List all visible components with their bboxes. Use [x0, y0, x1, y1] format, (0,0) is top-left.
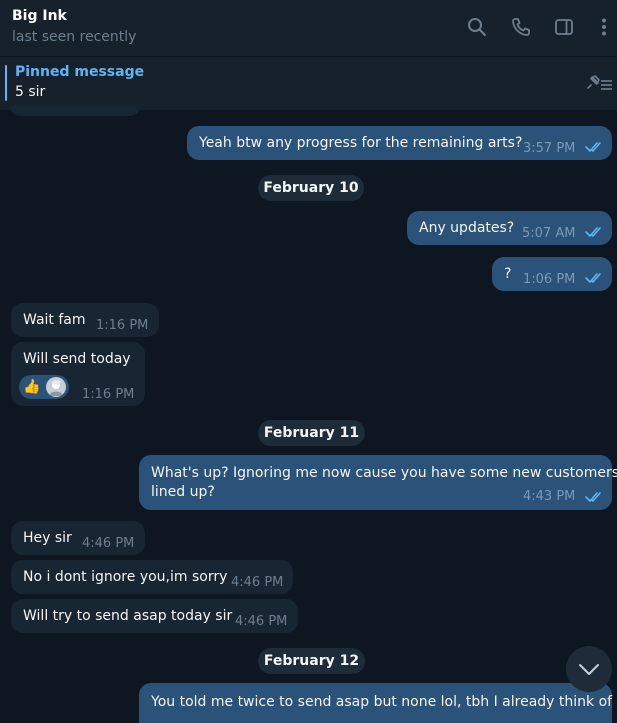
message-text: ?	[504, 266, 512, 282]
chevron-down-icon	[579, 664, 599, 675]
double-check-icon	[585, 492, 601, 502]
date-separator: February 10	[258, 175, 364, 201]
message-time: 1:06 PM	[523, 272, 576, 287]
message-time: 3:57 PM	[523, 141, 576, 156]
unpin-list-icon[interactable]	[585, 73, 613, 95]
message-time: 4:46 PM	[231, 575, 284, 590]
message-text-line: lined up?	[151, 484, 215, 500]
chat-header: Big Ink last seen recently	[0, 0, 617, 56]
message-outgoing[interactable]: ? 1:06 PM	[492, 257, 612, 291]
message-text: Any updates?	[419, 220, 515, 236]
message-text: Will try to send asap today sir	[23, 608, 233, 624]
message-incoming[interactable]: Wait fam 1:16 PM	[11, 303, 159, 337]
pinned-message-text: 5 sir	[15, 84, 46, 100]
double-check-icon	[585, 227, 601, 237]
date-separator: February 12	[258, 648, 365, 674]
message-text: Hey sir	[23, 530, 72, 546]
message-text-line: What's up? Ignoring me now cause you hav…	[151, 465, 617, 481]
message-time: 1:16 PM	[82, 387, 135, 402]
message-text: No i dont ignore you,im sorry	[23, 569, 228, 585]
message-outgoing[interactable]: What's up? Ignoring me now cause you hav…	[139, 455, 617, 510]
double-check-icon	[585, 273, 601, 283]
search-icon[interactable]	[465, 14, 489, 40]
message-outgoing[interactable]: Yeah btw any progress for the remaining …	[187, 126, 612, 160]
message-time: 4:46 PM	[82, 536, 135, 551]
pinned-indicator	[5, 65, 7, 101]
message-time: 4:46 PM	[235, 614, 288, 629]
scroll-down-button[interactable]	[566, 646, 612, 692]
message-reaction[interactable]: 👍	[19, 375, 69, 399]
chat-title[interactable]: Big Ink	[12, 8, 67, 24]
message-text: Wait fam	[23, 312, 86, 328]
reactor-avatar	[46, 377, 66, 397]
message-time: 5:07 AM	[522, 226, 576, 241]
thumbs-up-icon: 👍	[23, 379, 41, 395]
message-incoming[interactable]: No i dont ignore you,im sorry 4:46 PM	[11, 560, 293, 594]
previous-message-edge	[10, 106, 140, 116]
double-check-icon	[585, 142, 601, 152]
message-text: You told me twice to send asap but none …	[151, 694, 613, 710]
phone-icon[interactable]	[509, 14, 533, 40]
pinned-message-bar[interactable]: Pinned message 5 sir	[0, 57, 617, 110]
message-text: Yeah btw any progress for the remaining …	[199, 135, 523, 151]
date-separator: February 11	[258, 420, 365, 446]
sidebar-toggle-icon[interactable]	[552, 14, 576, 40]
message-outgoing[interactable]: Any updates? 5:07 AM	[407, 211, 612, 245]
message-incoming[interactable]: Will try to send asap today sir 4:46 PM	[11, 599, 298, 633]
message-incoming[interactable]: Hey sir 4:46 PM	[11, 521, 145, 555]
message-time: 1:16 PM	[96, 318, 149, 333]
more-vertical-icon[interactable]	[592, 14, 616, 40]
message-time: 4:43 PM	[523, 489, 576, 504]
message-text: Will send today	[23, 351, 131, 367]
message-outgoing[interactable]: You told me twice to send asap but none …	[139, 683, 612, 723]
chat-status: last seen recently	[12, 29, 137, 45]
pinned-message-label: Pinned message	[15, 64, 145, 80]
